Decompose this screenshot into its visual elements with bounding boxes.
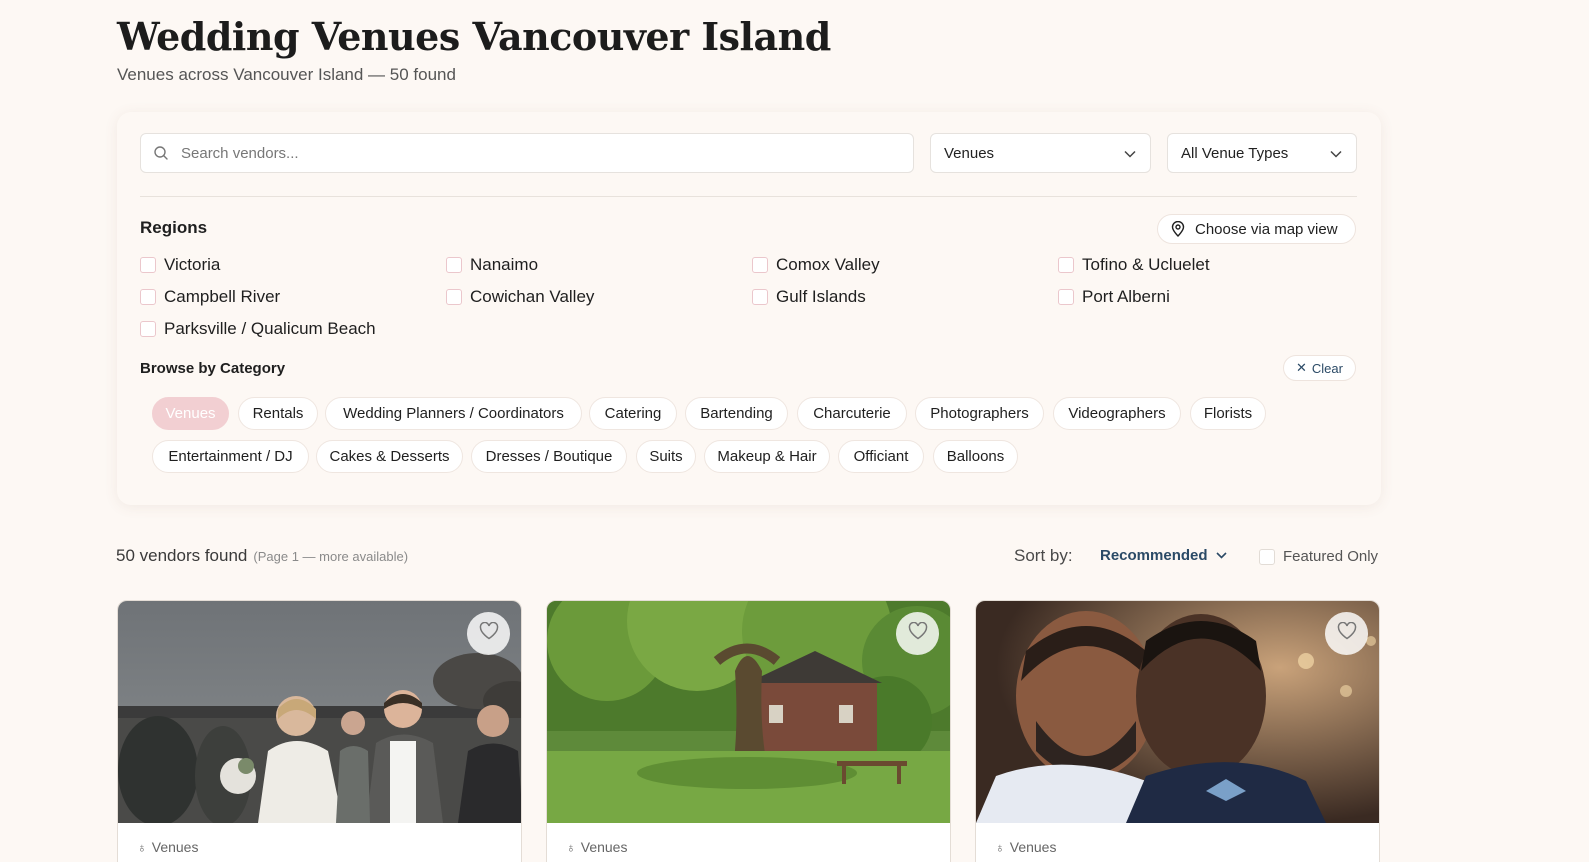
filter-panel: Venues All Venue Types Regions Choose vi…	[117, 112, 1381, 505]
vendor-category: ♁ Venues	[995, 839, 1056, 855]
chip-photographers[interactable]: Photographers	[915, 397, 1044, 430]
chip-suits[interactable]: Suits	[636, 440, 696, 473]
region-checkbox[interactable]	[1058, 257, 1074, 273]
region-label: Victoria	[164, 255, 221, 274]
vendor-card[interactable]: ♁ Venues	[975, 600, 1380, 862]
featured-only-toggle[interactable]: Featured Only	[1259, 548, 1378, 565]
region-checkbox[interactable]	[446, 289, 462, 305]
region-victoria[interactable]: Victoria	[140, 255, 220, 275]
vendor-photo	[118, 601, 521, 823]
chip-florists[interactable]: Florists	[1190, 397, 1266, 430]
page-title: Wedding Venues Vancouver Island	[117, 14, 831, 59]
chip-wedding-planners[interactable]: Wedding Planners / Coordinators	[325, 397, 582, 430]
chevron-down-icon	[1215, 552, 1227, 559]
clear-button[interactable]: ✕ Clear	[1283, 355, 1356, 381]
chip-balloons[interactable]: Balloons	[933, 440, 1018, 473]
chip-officiant[interactable]: Officiant	[838, 440, 924, 473]
favorite-button[interactable]	[467, 612, 510, 655]
vendor-category: ♁ Venues	[137, 839, 198, 855]
divider	[140, 196, 1357, 197]
heart-icon	[479, 621, 499, 645]
chip-dresses-boutique[interactable]: Dresses / Boutique	[471, 440, 627, 473]
region-label: Gulf Islands	[776, 287, 866, 306]
map-pin-icon	[1171, 221, 1187, 237]
rings-icon: ♁	[995, 839, 1005, 855]
chip-rentals[interactable]: Rentals	[238, 397, 318, 430]
chevron-down-icon	[1124, 145, 1136, 162]
region-checkbox[interactable]	[140, 289, 156, 305]
favorite-button[interactable]	[1325, 612, 1368, 655]
featured-only-checkbox[interactable]	[1259, 548, 1275, 565]
venue-type-select-value: All Venue Types	[1181, 144, 1289, 162]
page-subtitle: Venues across Vancouver Island — 50 foun…	[117, 65, 456, 84]
region-checkbox[interactable]	[446, 257, 462, 273]
vendor-photo	[976, 601, 1379, 823]
favorite-button[interactable]	[896, 612, 939, 655]
chip-cakes-desserts[interactable]: Cakes & Desserts	[316, 440, 463, 473]
chip-videographers[interactable]: Videographers	[1053, 397, 1181, 430]
vendor-card[interactable]: ♁ Venues	[117, 600, 522, 862]
region-label: Parksville / Qualicum Beach	[164, 319, 376, 338]
vendor-photo	[547, 601, 950, 823]
rings-icon: ♁	[566, 839, 576, 855]
chip-makeup-hair[interactable]: Makeup & Hair	[704, 440, 830, 473]
heart-icon	[1337, 621, 1357, 645]
page-note: (Page 1 — more available)	[253, 549, 409, 564]
region-port-alberni[interactable]: Port Alberni	[1058, 287, 1170, 307]
venue-type-select[interactable]: All Venue Types	[1167, 133, 1357, 173]
region-checkbox[interactable]	[752, 257, 768, 273]
vendor-category-label: Venues	[151, 839, 199, 855]
chip-catering[interactable]: Catering	[589, 397, 677, 430]
vendor-category-label: Venues	[580, 839, 628, 855]
close-icon: ✕	[1296, 360, 1307, 375]
search-input[interactable]	[181, 144, 881, 162]
region-label: Tofino & Ucluelet	[1082, 255, 1210, 274]
region-label: Port Alberni	[1082, 287, 1170, 306]
map-view-button[interactable]: Choose via map view	[1157, 214, 1356, 244]
region-comox-valley[interactable]: Comox Valley	[752, 255, 880, 275]
featured-only-label: Featured Only	[1283, 548, 1379, 565]
results-count: 50 vendors found (Page 1 — more available…	[116, 546, 408, 566]
region-campbell-river[interactable]: Campbell River	[140, 287, 280, 307]
sort-select-value: Recommended	[1100, 547, 1208, 564]
search-icon	[153, 144, 171, 162]
clear-label: Clear	[1311, 360, 1343, 376]
chip-venues[interactable]: Venues	[152, 397, 229, 430]
map-view-label: Choose via map view	[1195, 220, 1338, 238]
search-box[interactable]	[140, 133, 914, 173]
page-header: Wedding Venues Vancouver Island Venues a…	[117, 14, 831, 85]
chevron-down-icon	[1330, 145, 1342, 162]
region-gulf-islands[interactable]: Gulf Islands	[752, 287, 866, 307]
region-checkbox[interactable]	[140, 321, 156, 337]
region-parksville-qualicum[interactable]: Parksville / Qualicum Beach	[140, 319, 376, 339]
vendor-card[interactable]: ♁ Venues	[546, 600, 951, 862]
region-checkbox[interactable]	[1058, 289, 1074, 305]
sort-label: Sort by:	[1014, 546, 1073, 565]
rings-icon: ♁	[137, 839, 147, 855]
region-label: Nanaimo	[470, 255, 539, 274]
regions-title: Regions	[140, 218, 208, 237]
vendor-category-label: Venues	[1009, 839, 1057, 855]
results-count-text: 50 vendors found	[116, 546, 248, 565]
chip-charcuterie[interactable]: Charcuterie	[797, 397, 907, 430]
region-cowichan-valley[interactable]: Cowichan Valley	[446, 287, 594, 307]
category-select[interactable]: Venues	[930, 133, 1151, 173]
vendor-category: ♁ Venues	[566, 839, 627, 855]
region-label: Cowichan Valley	[470, 287, 595, 306]
region-tofino-ucluelet[interactable]: Tofino & Ucluelet	[1058, 255, 1210, 275]
region-nanaimo[interactable]: Nanaimo	[446, 255, 538, 275]
region-label: Comox Valley	[776, 255, 880, 274]
browse-category-title: Browse by Category	[140, 360, 286, 377]
chip-entertainment-dj[interactable]: Entertainment / DJ	[152, 440, 309, 473]
sort-select[interactable]: Recommended	[1100, 547, 1227, 564]
category-select-value: Venues	[944, 144, 995, 162]
region-checkbox[interactable]	[140, 257, 156, 273]
chip-bartending[interactable]: Bartending	[685, 397, 788, 430]
heart-icon	[908, 621, 928, 645]
region-checkbox[interactable]	[752, 289, 768, 305]
region-label: Campbell River	[164, 287, 281, 306]
